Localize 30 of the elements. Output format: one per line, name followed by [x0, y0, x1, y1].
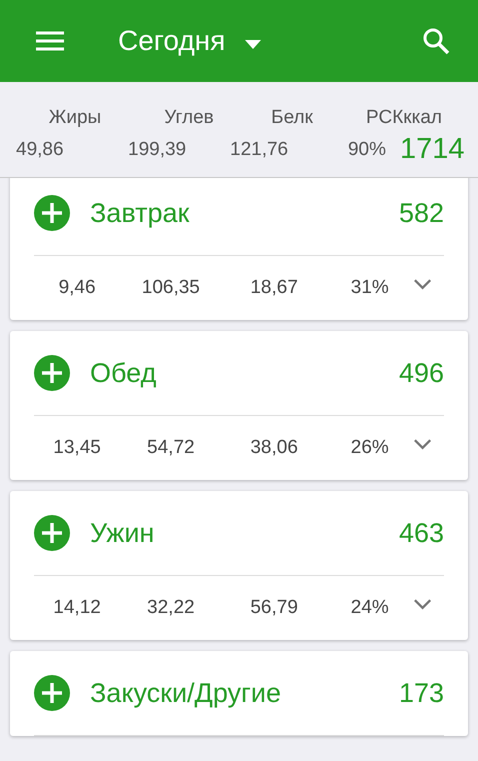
meal-name: Ужин: [90, 516, 156, 550]
summary-label: Жиры: [48, 106, 102, 130]
macro-value: 56,79: [249, 596, 299, 620]
macro-value: 24%: [350, 596, 390, 620]
meal-name: Завтрак: [90, 196, 190, 230]
macro-value: 38,06: [249, 436, 299, 460]
summary-label: Углев: [163, 106, 215, 130]
meal-calories: 173: [398, 676, 444, 710]
macro-value: 106,35: [140, 276, 201, 300]
meal-calories: 582: [398, 196, 444, 230]
macro-value: 32,22: [146, 596, 196, 620]
summary-value: 121,76: [230, 138, 290, 162]
summary-value: 199,39: [128, 138, 188, 162]
macro-value: 13,45: [52, 436, 102, 460]
macro-value: 54,72: [146, 436, 196, 460]
meal-name: Закуски/Другие: [90, 676, 282, 710]
macro-value: 9,46: [58, 276, 97, 300]
meal-calories: 463: [398, 516, 444, 550]
summary-label: РСКккал: [365, 106, 442, 130]
meal-calories: 496: [398, 356, 444, 390]
meal-name: Обед: [90, 356, 158, 390]
total-calories: 1714: [400, 132, 465, 166]
macro-value: 14,12: [52, 596, 102, 620]
summary-label: Белк: [270, 106, 314, 130]
date-dropdown[interactable]: Сегодня: [118, 20, 262, 62]
macro-value: 31%: [350, 276, 390, 300]
summary-value: 49,86: [16, 138, 65, 162]
summary-value: 90%: [346, 138, 386, 162]
macro-value: 26%: [350, 436, 390, 460]
macro-value: 18,67: [249, 276, 299, 300]
